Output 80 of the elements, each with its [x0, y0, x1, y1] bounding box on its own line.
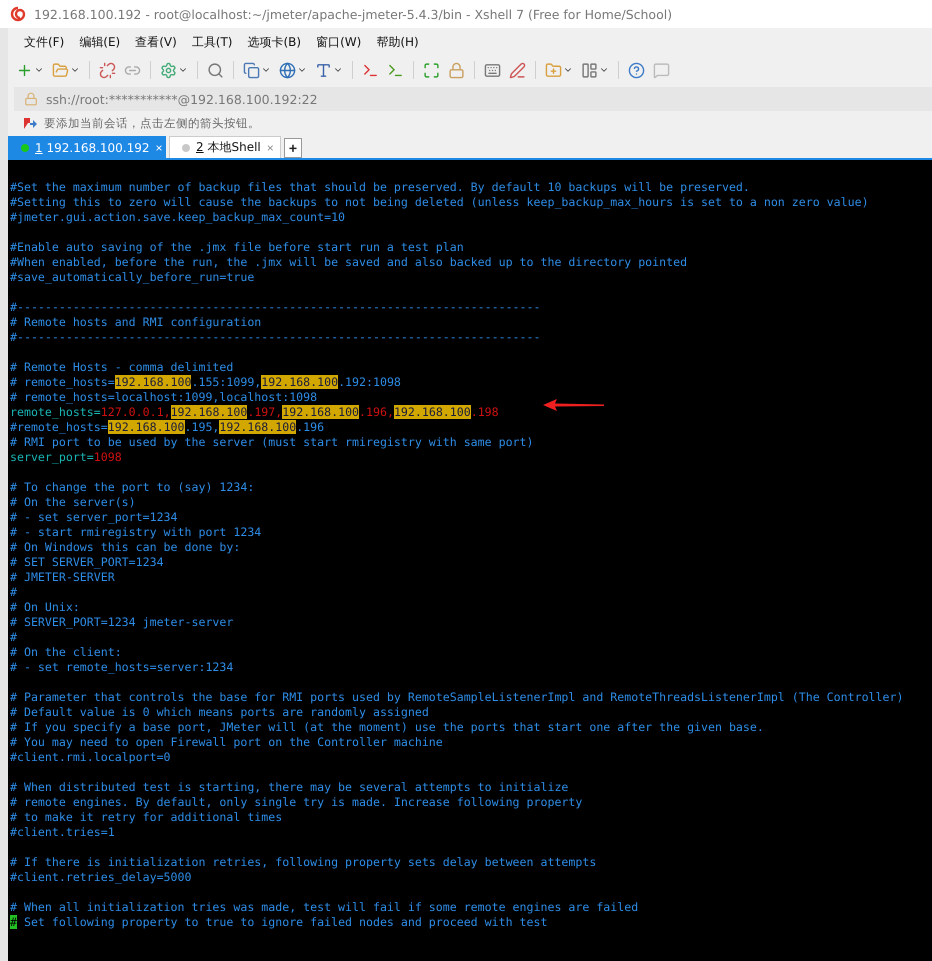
terminal-line: # When all initialization tries was made, test will fail if some remote engines are failed: [10, 900, 640, 915]
terminal-line: #Setting this to zero will cause the backups to not being deleted (unless keep_backup_max_hours is set to a non zero value): [10, 195, 870, 210]
terminal-line: #Enable auto saving of the .jmx file before start run a test plan: [10, 240, 465, 255]
terminal-line: # Default value is 0 which means ports are randomly assigned: [10, 705, 430, 720]
terminal-line: # SERVER_PORT=1234 jmeter-server: [10, 615, 234, 630]
terminal-line: # You may need to open Firewall port on the Controller machine: [10, 735, 444, 750]
terminal-line: # On the server(s): [10, 495, 137, 510]
terminal-line: #client.retries_delay=5000: [10, 870, 192, 885]
terminal-line: #remote_hosts=192.168.100.195,192.168.100.196: [10, 420, 326, 435]
toolbar-button[interactable]: [507, 60, 528, 80]
terminal-line: # When distributed test is starting, there may be several attempts to initialize: [10, 780, 570, 795]
terminal-line: # Remote hosts and RMI configuration: [10, 315, 262, 330]
terminal-line: #: [10, 585, 18, 600]
terminal-line: # On Windows this can be done by:: [10, 540, 242, 555]
terminal-line: # - set remote_hosts=server:1234: [10, 660, 234, 675]
globe-icon: [279, 62, 296, 78]
help-icon: [628, 62, 645, 78]
fullscreen-icon: [423, 62, 440, 78]
pen-icon: [509, 62, 526, 78]
terminal-line: #---------------------------------------------------------------------------: [10, 330, 542, 345]
terminal-line: server_port=1098: [10, 450, 123, 465]
terminal-line: # RMI port to be used by the server (must start rmiregistry with same port): [10, 435, 535, 450]
terminal-line: remote_hosts=127.0.0.1,192.168.100.197,192.168.100.196,192.168.100.198: [10, 405, 500, 420]
keyboard-icon: [484, 62, 501, 78]
terminal-line: # SET SERVER_PORT=1234: [10, 555, 165, 570]
terminal-line: # Parameter that controls the base for RMI ports used by RemoteSampleListenerImpl and RemoteThreadsListenerImpl (The Controller): [10, 690, 904, 705]
terminal-line: #client.tries=1: [10, 825, 116, 840]
settings-icon: [160, 62, 177, 78]
terminal-line: # remote_hosts=192.168.100.155:1099,192.168.100.192:1098: [10, 375, 402, 390]
terminal-line: # On the client:: [10, 645, 123, 660]
terminal-line: # If you specify a base port, JMeter will (at the moment) use the ports that start one after the given base.: [10, 720, 765, 735]
menu-item[interactable]: 选项卡(B): [242, 32, 308, 53]
disconnect-icon: [99, 62, 116, 78]
session-tab[interactable]: 1 192.168.100.192 ×: [8, 136, 166, 158]
menu-item[interactable]: 编辑(E): [73, 32, 126, 53]
hint-text: 要添加当前会话，点击左侧的箭头按钮。: [44, 116, 260, 131]
terminal-line: #jmeter.gui.action.save.keep_backup_max_count=10: [10, 210, 346, 225]
terminal-line: # If there is initialization retries, following property sets delay between attempts: [10, 855, 598, 870]
toolbar-button[interactable]: [97, 60, 118, 80]
search-icon: [207, 62, 224, 78]
window-title: 192.168.100.192 - root@localhost:~/jmeter/apache-jmeter-5.4.3/bin - Xshell 7 (Free for Home/School): [34, 6, 672, 22]
terminal-line: # Remote Hosts - comma delimited: [10, 360, 234, 375]
address-field[interactable]: ssh://root:***********@192.168.100.192:22: [14, 87, 932, 111]
terminal-line: # to make it retry for additional times: [10, 810, 284, 825]
terminal-line: # To change the port to (say) 1234:: [10, 480, 256, 495]
terminal-line: # JMETER-SERVER: [10, 570, 116, 585]
terminal-line: # - start rmiregistry with port 1234: [10, 525, 262, 540]
lock-icon: [24, 92, 38, 106]
terminal-line: #Set the maximum number of backup files that should be preserved. By default 10 backups will be preserved.: [10, 180, 751, 195]
terminal-line: #---------------------------------------------------------------------------: [10, 300, 542, 315]
spiral-logo-icon: [10, 6, 26, 22]
session-tab[interactable]: 2 本地Shell ×: [169, 136, 281, 158]
arrow-annotation: [543, 399, 605, 411]
message-icon: [653, 62, 670, 78]
close-button[interactable]: ×: [156, 140, 163, 154]
terminal-line: # remote_hosts=localhost:1099,localhost:1098: [10, 390, 318, 405]
menu-item[interactable]: 帮助(H): [370, 32, 425, 53]
tab-label: 1 192.168.100.192: [35, 140, 150, 154]
menu-item[interactable]: 查看(V): [129, 32, 183, 53]
new-tab-button[interactable]: +: [284, 138, 302, 158]
layout-icon: [581, 62, 598, 78]
terminal-line: # - set server_port=1234: [10, 510, 179, 525]
terminal-line: #When enabled, before the run, the .jmx will be saved and also backed up to the directory pointed: [10, 255, 688, 270]
menu-item[interactable]: 工具(T): [186, 32, 238, 53]
flag-arrow-icon: [22, 116, 38, 130]
font-icon: [315, 62, 332, 78]
terminal-line: #save_automatically_before_run=true: [10, 270, 256, 285]
menu-item[interactable]: 文件(F): [18, 32, 70, 53]
terminal-line: # Set following property to true to ignore failed nodes and proceed with test: [10, 915, 548, 930]
folder-add-icon: [545, 62, 562, 78]
folder-icon: [52, 62, 69, 78]
toolbar-button[interactable]: [626, 60, 647, 80]
terminal-line: #client.rmi.localport=0: [10, 750, 172, 765]
lock-icon: [448, 62, 465, 78]
close-button[interactable]: ×: [266, 140, 274, 154]
terminal-line: # On Unix:: [10, 600, 81, 615]
terminal-line: # remote engines. By default, only single try is made. Increase following property: [10, 795, 584, 810]
tab-label: 2 本地Shell: [196, 139, 261, 156]
terminal-line: #: [10, 630, 18, 645]
menu-item[interactable]: 窗口(W): [310, 32, 368, 53]
